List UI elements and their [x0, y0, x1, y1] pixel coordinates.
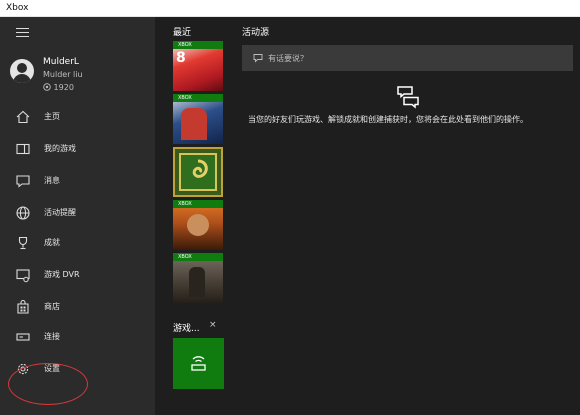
sidebar-item-activity[interactable]: 活动提醒 — [0, 202, 155, 224]
post-input-placeholder: 有话要说？ — [268, 54, 308, 63]
sidebar-item-home[interactable]: 主页 — [0, 106, 155, 128]
sidebar-item-label: 我的游戏 — [44, 144, 76, 153]
recent-game-tile[interactable] — [173, 147, 223, 197]
home-icon — [16, 110, 30, 124]
main-content: 最近 XBOX 8 XBOX XBOX XBOX 游戏... × 活动源 有话要… — [155, 17, 580, 415]
games-library-icon — [16, 143, 30, 155]
sidebar-item-label: 活动提醒 — [44, 208, 76, 217]
sidebar-item-label: 连接 — [44, 332, 60, 341]
game-art — [181, 108, 207, 140]
store-icon — [17, 299, 29, 314]
dvr-icon — [16, 269, 30, 283]
sidebar-item-store[interactable]: 商店 — [0, 296, 155, 318]
sidebar-item-achievements[interactable]: 成就 — [0, 232, 155, 254]
party-icon — [191, 356, 206, 371]
close-icon[interactable]: × — [209, 320, 217, 330]
sidebar: MulderL Mulder liu 1920 主页 我的游戏 消息 活动提醒 … — [0, 17, 155, 415]
game-art — [179, 153, 217, 191]
sidebar-item-label: 游戏 DVR — [44, 270, 80, 279]
profile-card[interactable]: MulderL Mulder liu 1920 — [10, 57, 150, 107]
sidebar-item-label: 商店 — [44, 302, 60, 311]
message-icon — [16, 175, 30, 188]
recent-game-tile[interactable]: XBOX — [173, 94, 223, 144]
party-tile[interactable] — [173, 338, 224, 389]
game-art — [187, 214, 209, 236]
empty-feed-message: 当您的好友们玩游戏、解锁成就和创建捕获时，您将会在此处看到他们的操作。 — [248, 115, 528, 124]
party-section-title: 游戏... — [173, 324, 200, 334]
profile-name: MulderL — [43, 57, 79, 67]
sidebar-item-my-games[interactable]: 我的游戏 — [0, 138, 155, 160]
sidebar-item-label: 消息 — [44, 176, 60, 185]
xbox-band: XBOX — [173, 41, 223, 49]
sidebar-item-label: 主页 — [44, 112, 60, 121]
xbox-band: XBOX — [173, 94, 223, 102]
xbox-band: XBOX — [173, 200, 223, 208]
window-title: Xbox — [6, 3, 29, 13]
chat-bubbles-icon — [397, 86, 419, 109]
xbox-band: XBOX — [173, 253, 223, 261]
activity-feed-title: 活动源 — [242, 28, 270, 38]
sidebar-item-game-dvr[interactable]: 游戏 DVR — [0, 264, 155, 286]
recent-game-tile[interactable]: XBOX — [173, 253, 223, 303]
profile-gamerscore: 1920 — [43, 83, 74, 92]
game-art — [189, 267, 205, 297]
sidebar-item-connect[interactable]: 连接 — [0, 326, 155, 348]
avatar[interactable] — [10, 59, 34, 83]
window-titlebar: Xbox — [0, 0, 580, 17]
trophy-icon — [18, 236, 28, 250]
sidebar-item-label: 成就 — [44, 238, 60, 247]
hamburger-menu-icon[interactable] — [16, 28, 29, 37]
annotation-circle — [8, 363, 88, 405]
recent-section-title: 最近 — [173, 28, 192, 38]
recent-game-tile[interactable]: XBOX — [173, 200, 223, 250]
game-art: 8 — [176, 50, 186, 66]
recent-game-tile[interactable]: XBOX 8 — [173, 41, 223, 91]
post-input[interactable]: 有话要说？ — [242, 45, 573, 71]
sidebar-item-messages[interactable]: 消息 — [0, 170, 155, 192]
gamerscore-icon — [43, 83, 51, 91]
comment-icon — [253, 54, 263, 63]
globe-icon — [16, 206, 30, 220]
gamerscore-value: 1920 — [53, 83, 74, 92]
connect-icon — [16, 333, 30, 341]
profile-gamertag: Mulder liu — [43, 70, 83, 79]
